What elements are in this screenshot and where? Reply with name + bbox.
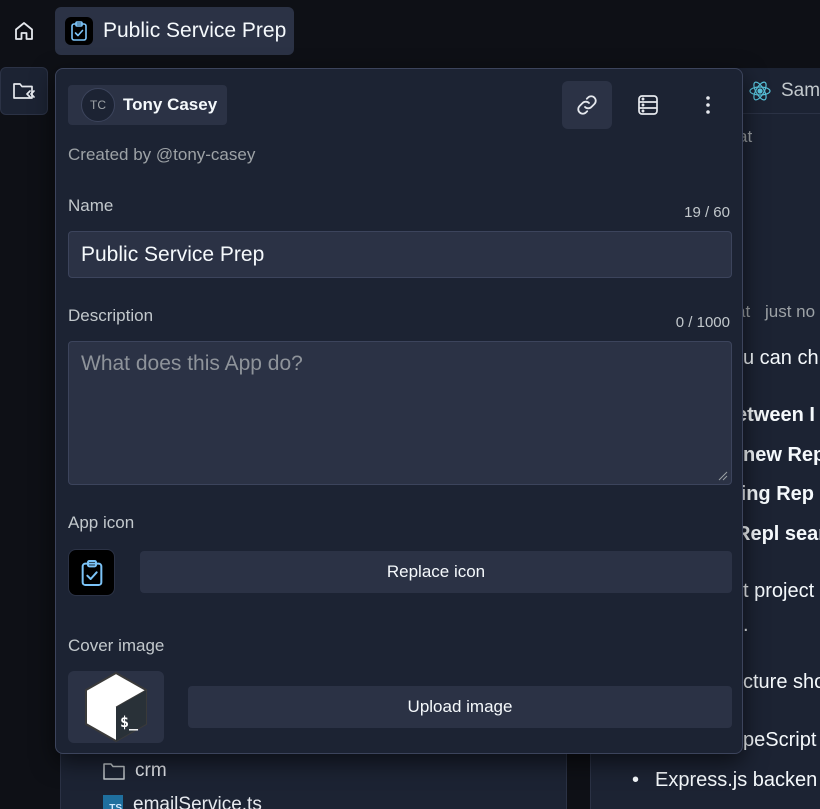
chat-timestamp: just no	[765, 302, 816, 321]
clipboard-check-icon	[81, 559, 102, 586]
bash-shell-icon: $_	[85, 671, 147, 743]
link-icon	[577, 95, 597, 115]
copy-link-button[interactable]	[562, 81, 612, 129]
name-label: Name	[68, 196, 114, 215]
name-input[interactable]	[68, 231, 732, 278]
home-button[interactable]	[0, 7, 48, 55]
description-input[interactable]	[68, 341, 732, 485]
description-char-counter: 0 / 1000	[675, 314, 730, 331]
name-char-counter: 19 / 60	[684, 204, 730, 221]
file-tree-label: crm	[135, 760, 167, 781]
clipboard-check-icon	[65, 17, 93, 45]
more-options-button[interactable]	[683, 81, 733, 129]
app-details-button[interactable]	[623, 81, 673, 129]
upload-image-button[interactable]: Upload image	[188, 686, 732, 728]
description-label: Description	[68, 306, 154, 325]
chat-fragment: cture sho	[743, 671, 820, 693]
chat-fragment: peScript	[743, 729, 817, 751]
app-title: Public Service Prep	[103, 19, 287, 42]
more-vertical-icon	[706, 96, 710, 114]
owner-chip[interactable]: TC Tony Casey	[68, 85, 227, 125]
home-icon	[15, 22, 33, 40]
toggle-files-button[interactable]	[0, 67, 48, 115]
file-tree-item[interactable]: crm	[103, 760, 167, 782]
server-icon	[638, 95, 658, 115]
cover-image-preview: $_	[68, 671, 164, 743]
typescript-file-icon: TS	[103, 795, 123, 809]
app-title-button[interactable]: Public Service Prep	[55, 7, 294, 55]
avatar: TC	[81, 88, 115, 122]
chat-fragment: Repl sear	[736, 523, 820, 545]
chat-bullet: •	[632, 769, 640, 791]
chat-tab-label[interactable]: Sam	[781, 80, 820, 102]
owner-name: Tony Casey	[123, 95, 218, 114]
replace-icon-button[interactable]: Replace icon	[140, 551, 732, 593]
app-icon-preview	[68, 549, 115, 596]
chat-fragment: etween I	[736, 404, 815, 426]
chat-fragment: t project	[743, 580, 815, 602]
resize-handle-icon[interactable]	[718, 471, 728, 481]
svg-text:$_: $_	[120, 713, 139, 731]
chat-fragment: Express.js backen	[655, 769, 818, 791]
chat-fragment: u can ch	[743, 347, 819, 369]
cover-image-label: Cover image	[68, 636, 165, 655]
react-icon	[749, 81, 771, 101]
chat-fragment: .	[743, 614, 749, 636]
file-tree-label: emailService.ts	[133, 794, 262, 809]
app-settings-popover: TC Tony Casey Created by @tony-casey Nam…	[55, 68, 743, 754]
created-by-text: Created by @tony-casey	[68, 145, 256, 164]
file-tree-item[interactable]: TS emailService.ts	[103, 794, 262, 809]
folder-collapse-icon	[13, 83, 35, 99]
app-icon-label: App icon	[68, 513, 135, 532]
folder-icon	[103, 763, 125, 780]
chat-fragment: new Rep	[743, 444, 820, 466]
chat-fragment: ting Rep	[734, 483, 814, 505]
